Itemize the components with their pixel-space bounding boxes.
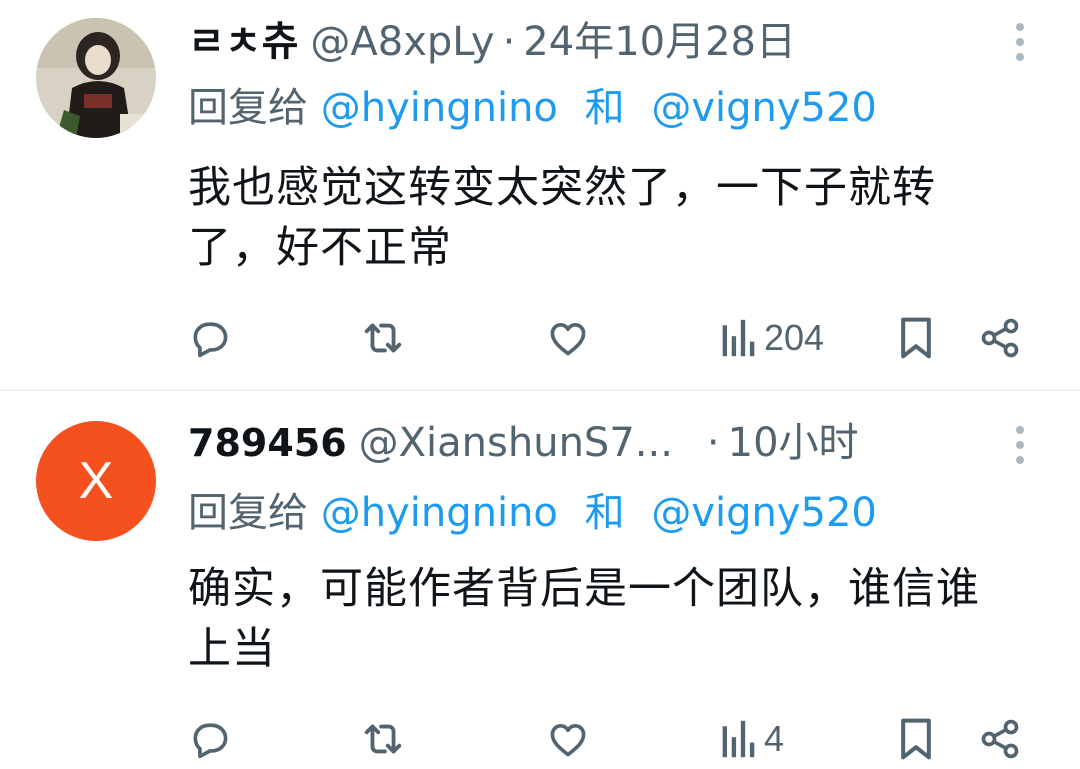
bookmark-icon: [901, 317, 931, 359]
tweet-text: 确实，可能作者背后是一个团队，谁信谁上当: [188, 564, 980, 674]
reply-prefix: 回复给: [188, 85, 308, 131]
views-button[interactable]: 4: [720, 709, 784, 769]
reply-to-line: 回复给 @hyingnino 和 @vigny520: [188, 78, 877, 138]
like-button[interactable]: [546, 308, 590, 368]
avatar-letter: X: [78, 452, 114, 510]
reply-button[interactable]: [188, 709, 232, 769]
avatar[interactable]: X: [36, 421, 156, 541]
share-button[interactable]: [978, 308, 1022, 368]
share-icon: [981, 719, 1019, 759]
retweet-button[interactable]: [360, 709, 406, 769]
bookmark-button[interactable]: [896, 709, 936, 769]
tweet-header: ㄹㅊ츄 @A8xpLy · 24年10月28日: [188, 12, 984, 72]
views-icon: [722, 720, 755, 758]
display-name[interactable]: 789456: [188, 413, 347, 473]
retweet-icon: [364, 323, 402, 353]
reply-icon: [193, 322, 228, 358]
like-icon: [550, 723, 586, 757]
reply-to-line: 回复给 @hyingnino 和 @vigny520: [188, 483, 877, 543]
display-name[interactable]: ㄹㅊ츄: [188, 12, 298, 72]
action-bar: 204: [188, 308, 1038, 368]
separator-dot: ·: [502, 19, 516, 65]
tweet-header: 789456 @XianshunS7... · 10小时: [188, 413, 984, 473]
view-count: 204: [764, 317, 825, 358]
retweet-button[interactable]: [360, 308, 406, 368]
views-button[interactable]: 204: [720, 308, 824, 368]
separator-dot: ·: [706, 420, 720, 466]
more-icon[interactable]: [1000, 12, 1040, 72]
like-button[interactable]: [546, 709, 590, 769]
tweet-text: 我也感觉这转变太突然了，一下子就转了，好不正常: [188, 163, 936, 273]
mention-joiner: 和: [584, 490, 625, 536]
reply-prefix: 回复给: [188, 490, 308, 536]
mention-link[interactable]: @vigny520: [651, 490, 877, 536]
retweet-icon: [364, 724, 402, 754]
reply-button[interactable]: [188, 308, 232, 368]
avatar[interactable]: [36, 18, 156, 138]
tweet-1[interactable]: ㄹㅊ츄 @A8xpLy · 24年10月28日 回复给 @hyingnino 和…: [0, 0, 1080, 390]
mention-link[interactable]: @hyingnino: [321, 85, 558, 131]
action-bar: 4: [188, 709, 1038, 769]
timestamp[interactable]: 24年10月28日: [523, 12, 796, 72]
mention-link[interactable]: @vigny520: [651, 85, 877, 131]
more-icon[interactable]: [1000, 415, 1040, 475]
timestamp[interactable]: 10小时: [728, 413, 859, 473]
view-count: 4: [764, 718, 785, 759]
share-button[interactable]: [978, 709, 1022, 769]
user-handle[interactable]: @A8xpLy: [310, 12, 494, 72]
mention-link[interactable]: @hyingnino: [321, 490, 558, 536]
user-handle[interactable]: @XianshunS7...: [359, 413, 673, 473]
bookmark-icon: [901, 718, 931, 760]
share-icon: [981, 318, 1019, 358]
bookmark-button[interactable]: [896, 308, 936, 368]
reply-icon: [193, 723, 228, 759]
mention-joiner: 和: [584, 85, 625, 131]
like-icon: [550, 322, 586, 356]
tweet-2[interactable]: X 789456 @XianshunS7... · 10小时 回复给 @hyin…: [0, 391, 1080, 768]
views-icon: [722, 319, 755, 357]
